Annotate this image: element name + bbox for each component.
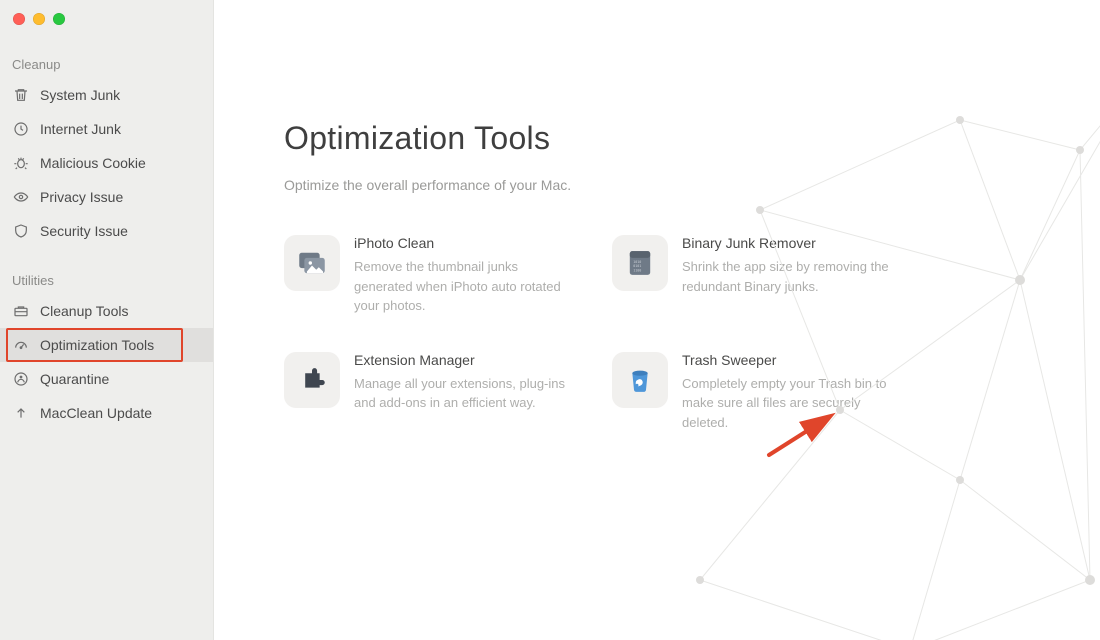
update-arrow-icon — [12, 404, 30, 422]
svg-text:0101: 0101 — [633, 264, 641, 268]
tool-trash-sweeper[interactable]: Trash Sweeper Completely empty your Tras… — [612, 352, 922, 433]
sidebar-item-internet-junk[interactable]: Internet Junk — [0, 112, 213, 146]
sidebar-item-label: Cleanup Tools — [40, 303, 128, 319]
shield-icon — [12, 222, 30, 240]
sidebar-item-optimization-tools[interactable]: Optimization Tools — [0, 328, 213, 362]
tool-extension-manager[interactable]: Extension Manager Manage all your extens… — [284, 352, 594, 433]
gauge-icon — [12, 336, 30, 354]
photos-icon — [284, 235, 340, 291]
zoom-window-button[interactable] — [53, 13, 65, 25]
bug-icon — [12, 154, 30, 172]
window-controls — [13, 13, 65, 25]
tool-title: Extension Manager — [354, 352, 574, 368]
tool-title: iPhoto Clean — [354, 235, 574, 251]
sidebar-item-label: Quarantine — [40, 371, 109, 387]
tool-iphoto-clean[interactable]: iPhoto Clean Remove the thumbnail junks … — [284, 235, 594, 316]
tool-desc: Remove the thumbnail junks generated whe… — [354, 257, 574, 316]
tool-desc: Manage all your extensions, plug-ins and… — [354, 374, 574, 413]
sidebar-item-system-junk[interactable]: System Junk — [0, 78, 213, 112]
sidebar-item-quarantine[interactable]: Quarantine — [0, 362, 213, 396]
sidebar-item-malicious-cookie[interactable]: Malicious Cookie — [0, 146, 213, 180]
toolbox-icon — [12, 302, 30, 320]
tool-title: Binary Junk Remover — [682, 235, 902, 251]
sidebar-item-macclean-update[interactable]: MacClean Update — [0, 396, 213, 430]
minimize-window-button[interactable] — [33, 13, 45, 25]
sidebar-item-privacy-issue[interactable]: Privacy Issue — [0, 180, 213, 214]
trash-icon — [12, 86, 30, 104]
svg-text:1100: 1100 — [633, 269, 641, 273]
sidebar-section-cleanup-title: Cleanup — [0, 52, 213, 72]
sidebar: Cleanup System Junk Internet Junk Malici… — [0, 0, 214, 640]
sidebar-item-label: Security Issue — [40, 223, 128, 239]
sidebar-section-utilities-title: Utilities — [0, 268, 213, 288]
tool-binary-junk-remover[interactable]: 101001011100 Binary Junk Remover Shrink … — [612, 235, 922, 316]
sidebar-item-cleanup-tools[interactable]: Cleanup Tools — [0, 294, 213, 328]
tools-grid: iPhoto Clean Remove the thumbnail junks … — [284, 235, 944, 468]
tool-desc: Completely empty your Trash bin to make … — [682, 374, 902, 433]
sidebar-item-security-issue[interactable]: Security Issue — [0, 214, 213, 248]
svg-text:1010: 1010 — [633, 260, 641, 264]
quarantine-icon — [12, 370, 30, 388]
sidebar-item-label: MacClean Update — [40, 405, 152, 421]
sidebar-item-label: Internet Junk — [40, 121, 121, 137]
close-window-button[interactable] — [13, 13, 25, 25]
binary-icon: 101001011100 — [612, 235, 668, 291]
page-title: Optimization Tools — [284, 120, 1100, 157]
eye-icon — [12, 188, 30, 206]
sidebar-item-label: Malicious Cookie — [40, 155, 146, 171]
main-content: Optimization Tools Optimize the overall … — [214, 0, 1100, 640]
sidebar-section-utilities: Cleanup Tools Optimization Tools Quarant… — [0, 288, 213, 430]
sidebar-item-label: Optimization Tools — [40, 337, 154, 353]
trash-sweeper-icon — [612, 352, 668, 408]
page-subtitle: Optimize the overall performance of your… — [284, 177, 1100, 193]
globe-clock-icon — [12, 120, 30, 138]
sidebar-item-label: Privacy Issue — [40, 189, 123, 205]
sidebar-item-label: System Junk — [40, 87, 120, 103]
tool-title: Trash Sweeper — [682, 352, 902, 368]
sidebar-section-cleanup: System Junk Internet Junk Malicious Cook… — [0, 72, 213, 248]
puzzle-icon — [284, 352, 340, 408]
tool-desc: Shrink the app size by removing the redu… — [682, 257, 902, 296]
